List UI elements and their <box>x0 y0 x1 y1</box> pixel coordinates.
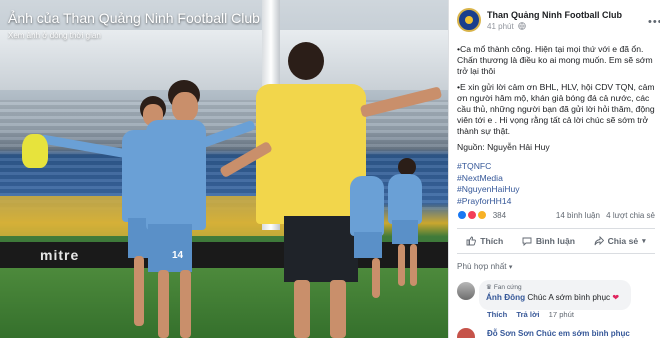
hashtag-nextmedia[interactable]: #NextMedia <box>457 173 655 185</box>
comment-button-label: Bình luận <box>535 236 575 246</box>
comment-item: Đỗ Sơn Sơn Chúc em sớm bình phục <box>457 328 657 338</box>
comment-bubble-icon <box>522 237 532 246</box>
yellow-bib <box>22 134 48 168</box>
share-count-link[interactable]: 4 lượt chia sẻ <box>606 211 655 220</box>
comment-count-link[interactable]: 14 bình luận <box>556 211 600 220</box>
comment-sort-dropdown[interactable]: Phù hợp nhất ▾ <box>457 262 512 271</box>
comment-author[interactable]: Ánh Đông <box>486 293 525 302</box>
love-reaction-icon <box>467 210 478 220</box>
post-action-bar: Thích Bình luận Chia sẻ ▾ <box>457 231 655 251</box>
comment-time[interactable]: 17 phút <box>549 310 574 319</box>
like-button-label: Thích <box>480 236 504 246</box>
fan-badge: ♛ Fan cứng <box>486 283 624 292</box>
hashtag-nguyenhaihuy[interactable]: #NguyenHaiHuy <box>457 184 655 196</box>
hashtag-tqnfc[interactable]: #TQNFC <box>457 161 655 173</box>
globe-icon <box>516 22 526 31</box>
post-panel: Than Quảng Ninh Football Club 41 phút ••… <box>448 0 660 338</box>
hashtag-prayforhh14[interactable]: #PrayforHH14 <box>457 196 655 208</box>
page-name[interactable]: Than Quảng Ninh Football Club <box>487 10 622 20</box>
share-button[interactable]: Chia sẻ ▾ <box>594 236 646 246</box>
post-time[interactable]: 41 phút <box>487 22 514 31</box>
commenter-avatar[interactable] <box>457 282 475 300</box>
comment-item: ♛ Fan cứng Ánh Đông Chúc A sớm bình phục… <box>457 280 657 320</box>
post-source: Nguồn: Nguyễn Hải Huy <box>457 142 550 152</box>
heart-icon: ❤ <box>612 293 620 302</box>
post-photo[interactable]: mitre 14 Ảnh của Than Quảng Ninh Footbal… <box>0 0 448 338</box>
hashtag-list: #TQNFC #NextMedia #NguyenHaiHuy #Prayfor… <box>457 161 655 207</box>
like-reaction-icon <box>457 210 467 220</box>
thumbs-up-icon <box>466 236 477 246</box>
chevron-down-icon: ▾ <box>508 264 513 271</box>
divider <box>457 228 655 229</box>
comment-reply-link[interactable]: Trả lời <box>516 310 539 319</box>
reaction-count: 384 <box>492 210 507 220</box>
ad-board-text: mitre <box>40 247 80 263</box>
haha-reaction-icon <box>477 210 488 220</box>
divider <box>457 253 655 254</box>
post-text: •Ca mổ thành công. Hiện tại mọi thứ với … <box>457 44 655 158</box>
comment-sort-label: Phù hợp nhất <box>457 262 507 271</box>
commenter-avatar[interactable] <box>457 328 475 338</box>
comment-like-link[interactable]: Thích <box>487 310 507 319</box>
photo-subtitle[interactable]: Xem ảnh ở dòng thời gian <box>8 31 101 40</box>
post-paragraph: •E xin gửi lời cảm ơn BHL, HLV, hội CDV … <box>457 82 655 136</box>
post-header: Than Quảng Ninh Football Club 41 phút ••… <box>457 8 660 34</box>
comment-bubble: ♛ Fan cứng Ánh Đông Chúc A sớm bình phục… <box>479 280 631 310</box>
like-button[interactable]: Thích <box>466 236 503 246</box>
comment-text: Ánh Đông Chúc A sớm bình phục ❤ <box>486 292 624 302</box>
comment-preview[interactable]: Đỗ Sơn Sơn Chúc em sớm bình phục <box>487 329 630 338</box>
share-arrow-icon <box>594 236 604 246</box>
pitch-grass <box>0 268 448 338</box>
reactions-button[interactable]: 384 <box>457 210 507 220</box>
trophy-icon: ♛ <box>486 284 492 291</box>
page-avatar[interactable] <box>457 8 481 32</box>
post-paragraph: •Ca mổ thành công. Hiện tại mọi thứ với … <box>457 44 653 76</box>
comment-actions: Thích Trả lời 17 phút <box>487 310 581 319</box>
post-meta: 41 phút <box>487 22 526 31</box>
more-dots-icon[interactable]: ••• <box>648 16 660 28</box>
reaction-summary: 384 14 bình luận 4 lượt chia sẻ <box>457 210 655 224</box>
chevron-down-icon: ▾ <box>642 238 646 245</box>
photo-title[interactable]: Ảnh của Than Quảng Ninh Football Club <box>8 10 260 26</box>
share-button-label: Chia sẻ <box>607 236 639 246</box>
comment-button[interactable]: Bình luận <box>522 236 575 246</box>
comment-body: Chúc A sớm bình phục <box>527 293 611 302</box>
fan-badge-label: Fan cứng <box>493 283 522 291</box>
